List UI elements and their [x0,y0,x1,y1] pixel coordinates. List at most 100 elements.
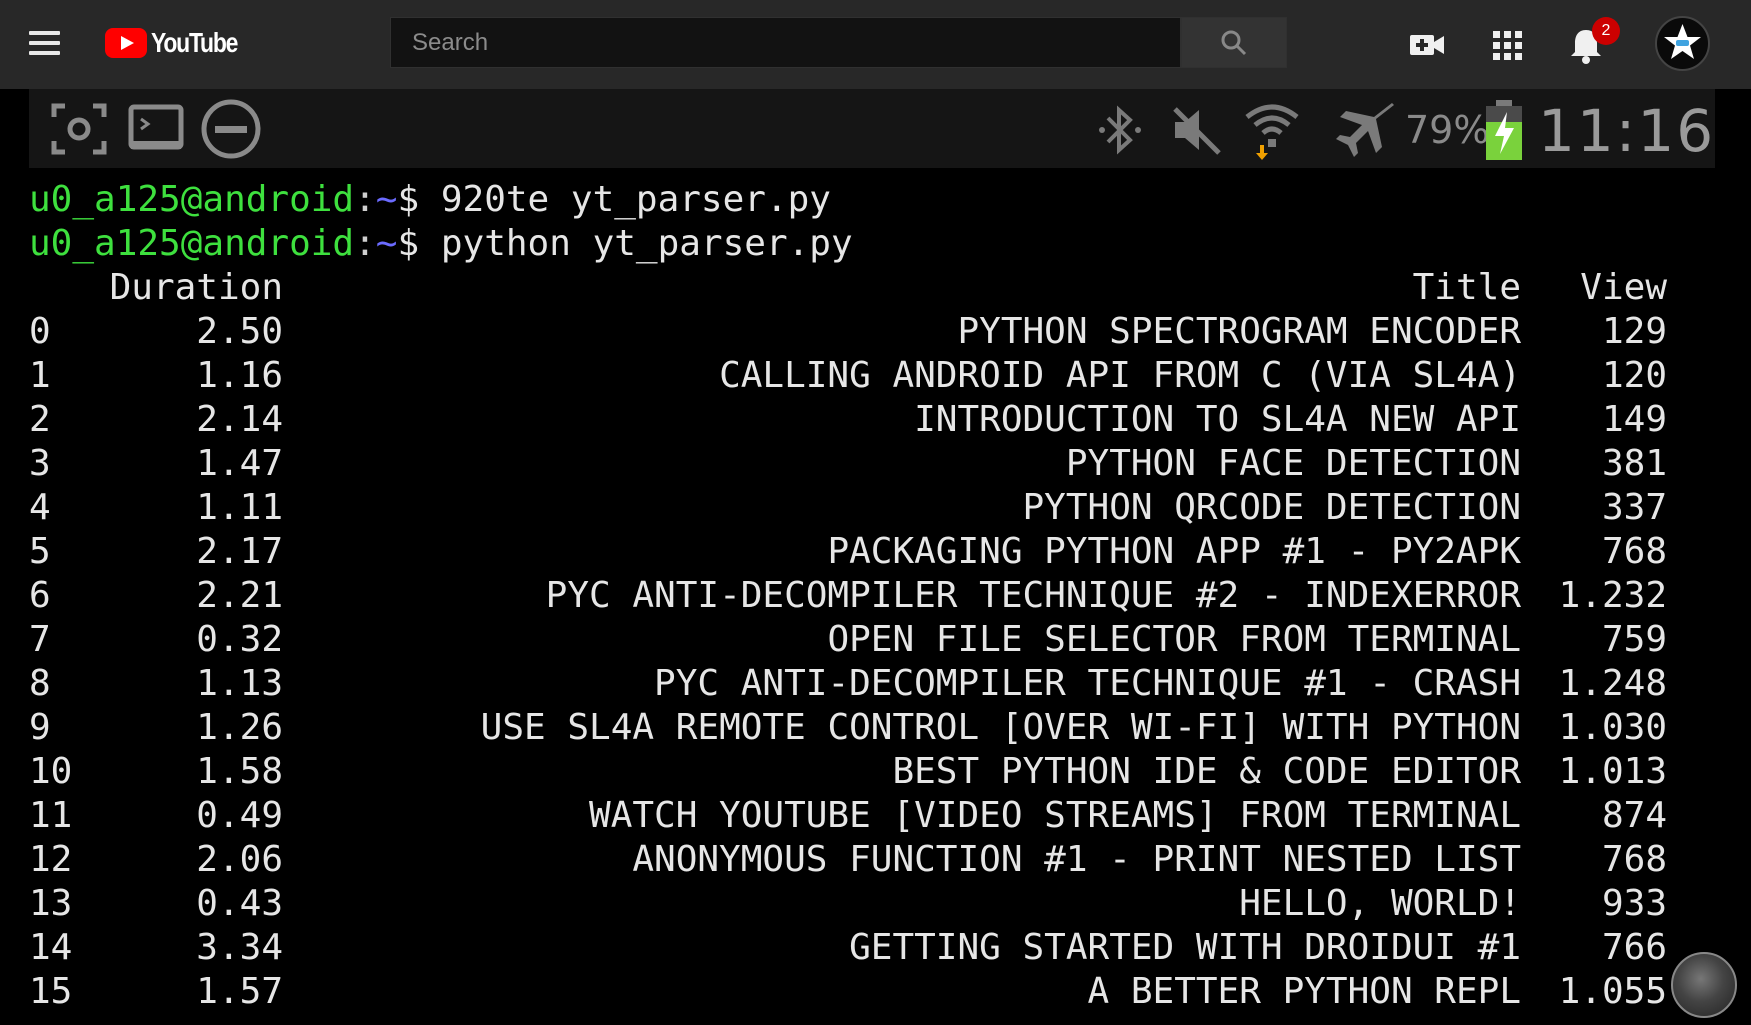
notification-count-badge: 2 [1592,17,1620,45]
prompt-symbol: $ [397,223,420,264]
row-title: INTRODUCTION TO SL4A NEW API [914,399,1521,440]
table-row: 9 1.26 USE SL4A REMOTE CONTROL [OVER WI-FI… [29,706,1729,750]
prompt-user: u0_a125@android [29,223,355,264]
row-title: PYTHON QRCODE DETECTION [1022,487,1522,528]
row-duration: 1.57 [196,971,283,1012]
prompt-path: ~ [375,179,398,220]
row-duration: 0.32 [196,619,283,660]
table-row: 2 2.14 INTRODUCTION TO SL4A NEW API 149 [29,398,1729,442]
search-input[interactable] [390,17,1181,68]
prompt-user: u0_a125@android [29,179,355,220]
table-row: 8 1.13 PYC ANTI-DECOMPILER TECHNIQUE #1 - … [29,662,1729,706]
account-avatar[interactable] [1655,16,1710,71]
avatar-star-icon [1664,24,1701,59]
wifi-icon [1245,104,1299,160]
row-duration: 2.21 [196,575,283,616]
column-header-duration: Duration [109,267,283,308]
row-title: WATCH YOUTUBE [VIDEO STREAMS] FROM TERMI… [589,795,1521,836]
row-title: PYC ANTI-DECOMPILER TECHNIQUE #1 - CRASH [654,663,1521,704]
sound-muted-icon [1173,107,1221,155]
table-row: 10 1.58 BEST PYTHON IDE & CODE EDITOR 1.013 [29,750,1729,794]
row-title: BEST PYTHON IDE & CODE EDITOR [892,751,1521,792]
row-view: 766 [1601,927,1667,968]
row-view: 1.232 [1558,575,1667,616]
youtube-play-icon [105,28,147,58]
table-header: Duration Title View [29,266,1729,310]
row-duration: 1.13 [196,663,283,704]
menu-icon[interactable] [29,31,60,55]
row-title: CALLING ANDROID API FROM C (VIA SL4A) [719,355,1521,396]
prompt-command: 920te yt_parser.py [419,179,831,220]
screenshot-icon [51,103,107,155]
prompt-symbol: $ [397,179,420,220]
row-view: 129 [1601,311,1667,352]
prompt-line: u0_a125@android:~$ 920te yt_parser.py [29,178,831,222]
row-view: 874 [1601,795,1667,836]
battery-percent: 79% [1405,108,1490,152]
row-title: PACKAGING PYTHON APP #1 - PY2APK [827,531,1521,572]
row-view: 1.248 [1558,663,1667,704]
table-row: 6 2.21 PYC ANTI-DECOMPILER TECHNIQUE #2 - … [29,574,1729,618]
table-row: 3 1.47 PYTHON FACE DETECTION 381 [29,442,1729,486]
prompt-command: python yt_parser.py [419,223,853,264]
row-title: USE SL4A REMOTE CONTROL [OVER WI-FI] WIT… [480,707,1521,748]
youtube-masthead: YouTube 2 [0,0,1751,89]
status-clock: 11:16 [1538,97,1716,165]
table-row: 0 2.50 PYTHON SPECTROGRAM ENCODER 129 [29,310,1729,354]
table-row: 14 3.34 GETTING STARTED WITH DROIDUI #1 766 [29,926,1729,970]
row-duration: 1.26 [196,707,283,748]
prompt-line: u0_a125@android:~$ python yt_parser.py [29,222,853,266]
row-duration: 1.47 [196,443,283,484]
row-view: 768 [1601,839,1667,880]
row-view: 381 [1601,443,1667,484]
table-row: 1 1.16 CALLING ANDROID API FROM C (VIA SL4… [29,354,1729,398]
search-icon [1221,30,1247,56]
youtube-logo[interactable]: YouTube [105,26,256,60]
row-view: 1.055 [1558,971,1667,1012]
table-row: 5 2.17 PACKAGING PYTHON APP #1 - PY2APK 768 [29,530,1729,574]
prompt-separator: : [354,179,376,220]
row-duration: 2.14 [196,399,283,440]
youtube-logo-text: YouTube [151,27,238,58]
prompt-separator: : [354,223,376,264]
row-duration: 0.43 [196,883,283,924]
row-duration: 1.58 [196,751,283,792]
row-title: ANONYMOUS FUNCTION #1 - PRINT NESTED LIS… [632,839,1521,880]
table-row: 13 0.43 HELLO, WORLD! 933 [29,882,1729,926]
search-button[interactable] [1181,17,1287,68]
create-video-icon[interactable] [1404,22,1450,68]
table-row: 15 1.57 A BETTER PYTHON REPL 1.055 [29,970,1729,1014]
table-row: 12 2.06 ANONYMOUS FUNCTION #1 - PRINT NEST… [29,838,1729,882]
row-duration: 3.34 [196,927,283,968]
row-view: 1.030 [1558,707,1667,748]
row-title: PYTHON FACE DETECTION [1065,443,1521,484]
table-row: 4 1.11 PYTHON QRCODE DETECTION 337 [29,486,1729,530]
row-view: 759 [1601,619,1667,660]
table-row: 11 0.49 WATCH YOUTUBE [VIDEO STREAMS] FROM… [29,794,1729,838]
row-view: 120 [1601,355,1667,396]
battery-charging-icon [1486,100,1522,160]
next-prompt-partial [29,1014,1729,1025]
do-not-disturb-icon [201,99,261,159]
bluetooth-icon [1099,105,1141,155]
row-duration: 1.16 [196,355,283,396]
row-title: PYTHON SPECTROGRAM ENCODER [957,311,1521,352]
prompt-path: ~ [375,223,398,264]
table-row: 7 0.32 OPEN FILE SELECTOR FROM TERMINAL 759 [29,618,1729,662]
terminal-output: u0_a125@android:~$ 920te yt_parser.py u0… [29,178,1729,1025]
row-duration: 1.11 [196,487,283,528]
row-view: 768 [1601,531,1667,572]
android-status-bar: 79% 11:16 [29,89,1715,168]
row-title: A BETTER PYTHON REPL [1087,971,1521,1012]
row-duration: 0.49 [196,795,283,836]
row-title: HELLO, WORLD! [1239,883,1521,924]
row-title: OPEN FILE SELECTOR FROM TERMINAL [827,619,1521,660]
row-duration: 2.06 [196,839,283,880]
cat-avatar-overlay[interactable] [1671,952,1737,1018]
row-title: GETTING STARTED WITH DROIDUI #1 [849,927,1521,968]
apps-grid-icon[interactable] [1484,22,1530,68]
row-title: PYC ANTI-DECOMPILER TECHNIQUE #2 - INDEX… [545,575,1521,616]
row-duration: 2.50 [196,311,283,352]
airplane-mode-icon [1336,103,1394,157]
row-view: 1.013 [1558,751,1667,792]
